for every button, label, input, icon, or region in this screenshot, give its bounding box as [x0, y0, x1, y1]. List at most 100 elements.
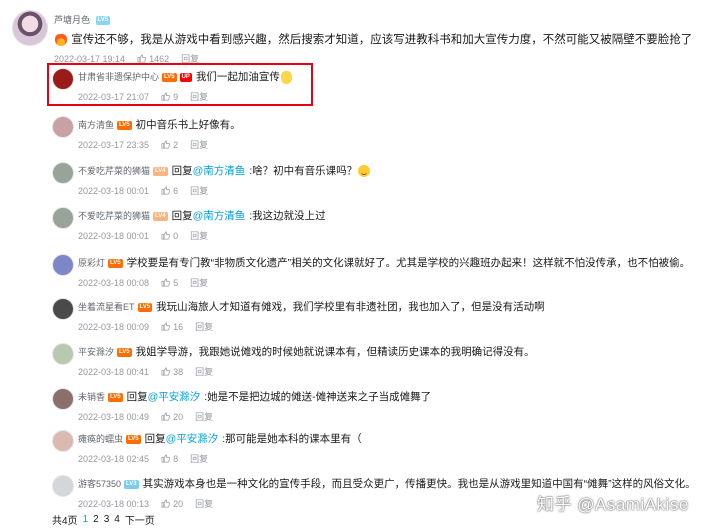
like-button[interactable]: 20 — [161, 499, 183, 509]
avatar[interactable] — [52, 254, 74, 276]
thumb-up-icon — [137, 54, 146, 63]
avatar[interactable] — [52, 343, 74, 365]
like-button[interactable]: 6 — [161, 186, 178, 196]
username[interactable]: 不爱吃芹菜的狮猫 — [78, 211, 150, 221]
reply-line: 平安滁汐 LV5 我姐学导游，我跟她说傩戏的时候她就说课本有，但精读历史课本的我明确… — [78, 345, 535, 359]
reply-meta: 2022-03-18 00:49 20 回复 — [78, 410, 213, 423]
username[interactable]: 不爱吃芹菜的狮猫 — [78, 166, 150, 176]
like-button[interactable]: 20 — [161, 412, 183, 422]
username[interactable]: 芦塘月色 — [54, 15, 90, 25]
like-button[interactable]: 5 — [161, 278, 178, 288]
reply-button[interactable]: 回复 — [195, 410, 213, 423]
reply-button[interactable]: 回复 — [190, 276, 208, 289]
mention-link[interactable]: @南方清鱼 — [193, 210, 246, 222]
reply-item: 不爱吃芹菜的狮猫 LV4 回复@南方清鱼:啥？初中有音乐课吗？ 2022-03-18 … — [52, 162, 702, 200]
username[interactable]: 坐着流星看ET — [78, 302, 135, 312]
avatar[interactable] — [52, 116, 74, 138]
reply-item: 不爱吃芹菜的狮猫 LV4 回复@南方清鱼:我这边就没上过 2022-03-18 00:… — [52, 207, 702, 245]
reply-line: 瘫痪的蠕虫 LV5 回复@平安滁汐:那可能是她本科的课本里有（ — [78, 432, 362, 446]
reply-button[interactable]: 回复 — [195, 365, 213, 378]
thumb-up-icon — [161, 278, 170, 287]
level-badge: LV5 — [108, 392, 123, 402]
reply-line: 原彩灯 LV5 学校要是有专门教“非物质文化遗产”相关的文化课就好了。尤其是学校的兴… — [78, 256, 690, 270]
username[interactable]: 未销香 — [78, 392, 105, 402]
avatar[interactable] — [52, 388, 74, 410]
avatar[interactable] — [52, 162, 74, 184]
like-button[interactable]: 8 — [161, 454, 178, 464]
page-total: 共4页 — [52, 516, 78, 527]
reply-meta: 2022-03-18 00:01 0 回复 — [78, 229, 208, 242]
reply-meta: 2022-03-18 00:01 6 回复 — [78, 184, 208, 197]
username[interactable]: 游客57350 — [78, 479, 121, 489]
username[interactable]: 平安滁汐 — [78, 347, 114, 357]
reply-word: 回复 — [171, 165, 193, 177]
level-badge: LV5 — [95, 16, 111, 26]
reply-text: :我这边就没上过 — [249, 210, 326, 222]
reply-meta: 2022-03-18 00:41 38 回复 — [78, 365, 213, 378]
mention-link[interactable]: @平安滁汐 — [166, 433, 219, 445]
fire-icon — [55, 33, 67, 46]
page-link-4[interactable]: 4 — [114, 514, 120, 525]
reply-item: 坐着流星看ET LV5 我玩山海旅人才知道有傩戏，我们学校里有非遗社团，我也加入了，… — [52, 298, 702, 336]
reply-item: 未销香 LV5 回复@平安滁汐:她是不是把边城的傩送-傩神送来之子当成傩舞了 2022… — [52, 388, 702, 426]
reply-meta: 2022-03-18 00:09 16 回复 — [78, 320, 213, 333]
username[interactable]: 原彩灯 — [78, 258, 105, 268]
thumb-up-icon — [161, 186, 170, 195]
like-button[interactable]: 2 — [161, 140, 178, 150]
reply-line: 不爱吃芹菜的狮猫 LV4 回复@南方清鱼:我这边就没上过 — [78, 209, 326, 223]
reply-line: 未销香 LV5 回复@平安滁汐:她是不是把边城的傩送-傩神送来之子当成傩舞了 — [78, 390, 431, 404]
reply-button[interactable]: 回复 — [190, 138, 208, 151]
comment-text: 宣传还不够，我是从游戏中看到感兴趣，然后搜索才知道，应该写进教科书和加大宣传力度… — [71, 34, 693, 46]
level-badge: LV5 — [108, 258, 123, 268]
reply-text: :那可能是她本科的课本里有（ — [222, 433, 362, 445]
reply-text: :她是不是把边城的傩送-傩神送来之子当成傩舞了 — [204, 391, 432, 403]
reply-button[interactable]: 回复 — [195, 497, 213, 510]
thumb-up-icon — [161, 499, 170, 508]
page-link-3[interactable]: 3 — [104, 514, 110, 525]
comment-time: 2022-03-17 19:14 — [54, 53, 126, 64]
thumb-up-icon — [161, 454, 170, 463]
highlight-box — [47, 63, 313, 106]
like-count: 38 — [173, 366, 184, 377]
avatar[interactable] — [52, 207, 74, 229]
smile-icon — [358, 165, 371, 178]
page-link-1[interactable]: 1 — [83, 514, 89, 525]
level-badge: LV4 — [153, 166, 168, 176]
reply-time: 2022-03-17 23:35 — [78, 139, 150, 150]
like-button[interactable]: 0 — [161, 231, 178, 241]
reply-button[interactable]: 回复 — [190, 229, 208, 242]
avatar[interactable] — [52, 298, 74, 320]
like-button[interactable]: 38 — [161, 367, 183, 377]
like-button[interactable]: 16 — [161, 322, 183, 332]
thumb-up-icon — [161, 412, 170, 421]
reply-time: 2022-03-18 00:41 — [78, 366, 150, 377]
username[interactable]: 南方清鱼 — [78, 120, 114, 130]
reply-time: 2022-03-18 00:13 — [78, 498, 150, 509]
reply-time: 2022-03-18 00:01 — [78, 230, 150, 241]
reply-word: 回复 — [171, 210, 193, 222]
avatar[interactable] — [12, 10, 48, 46]
like-count: 20 — [173, 498, 184, 509]
avatar[interactable] — [52, 475, 74, 497]
page-link-2[interactable]: 2 — [93, 514, 99, 525]
mention-link[interactable]: @南方清鱼 — [193, 165, 246, 177]
like-button[interactable]: 1462 — [137, 54, 169, 64]
username[interactable]: 瘫痪的蠕虫 — [78, 434, 123, 444]
avatar[interactable] — [52, 430, 74, 452]
reply-line: 坐着流星看ET LV5 我玩山海旅人才知道有傩戏，我们学校里有非遗社团，我也加入了，… — [78, 300, 545, 314]
reply-button[interactable]: 回复 — [190, 452, 208, 465]
main-comment-username-row: 芦塘月色 LV5 — [54, 13, 111, 26]
next-page-link[interactable]: 下一页 — [125, 512, 155, 527]
reply-text: 学校要是有专门教“非物质文化遗产”相关的文化课就好了。尤其是学校的兴趣班办起来！… — [126, 257, 691, 269]
reply-text: :啥？初中有音乐课吗？ — [249, 165, 358, 177]
mention-link[interactable]: @平安滁汐 — [148, 391, 201, 403]
like-count: 2 — [173, 139, 179, 150]
reply-button[interactable]: 回复 — [195, 320, 213, 333]
reply-button[interactable]: 回复 — [190, 184, 208, 197]
level-badge: LV5 — [117, 120, 132, 130]
reply-meta: 2022-03-18 00:13 20 回复 — [78, 497, 213, 510]
reply-time: 2022-03-18 00:01 — [78, 185, 150, 196]
reply-time: 2022-03-18 00:09 — [78, 321, 150, 332]
reply-text: 我姐学导游，我跟她说傩戏的时候她就说课本有，但精读历史课本的我明确记得没有。 — [135, 346, 535, 358]
pagination: 共4页 1 2 3 4 下一页 — [52, 512, 155, 527]
